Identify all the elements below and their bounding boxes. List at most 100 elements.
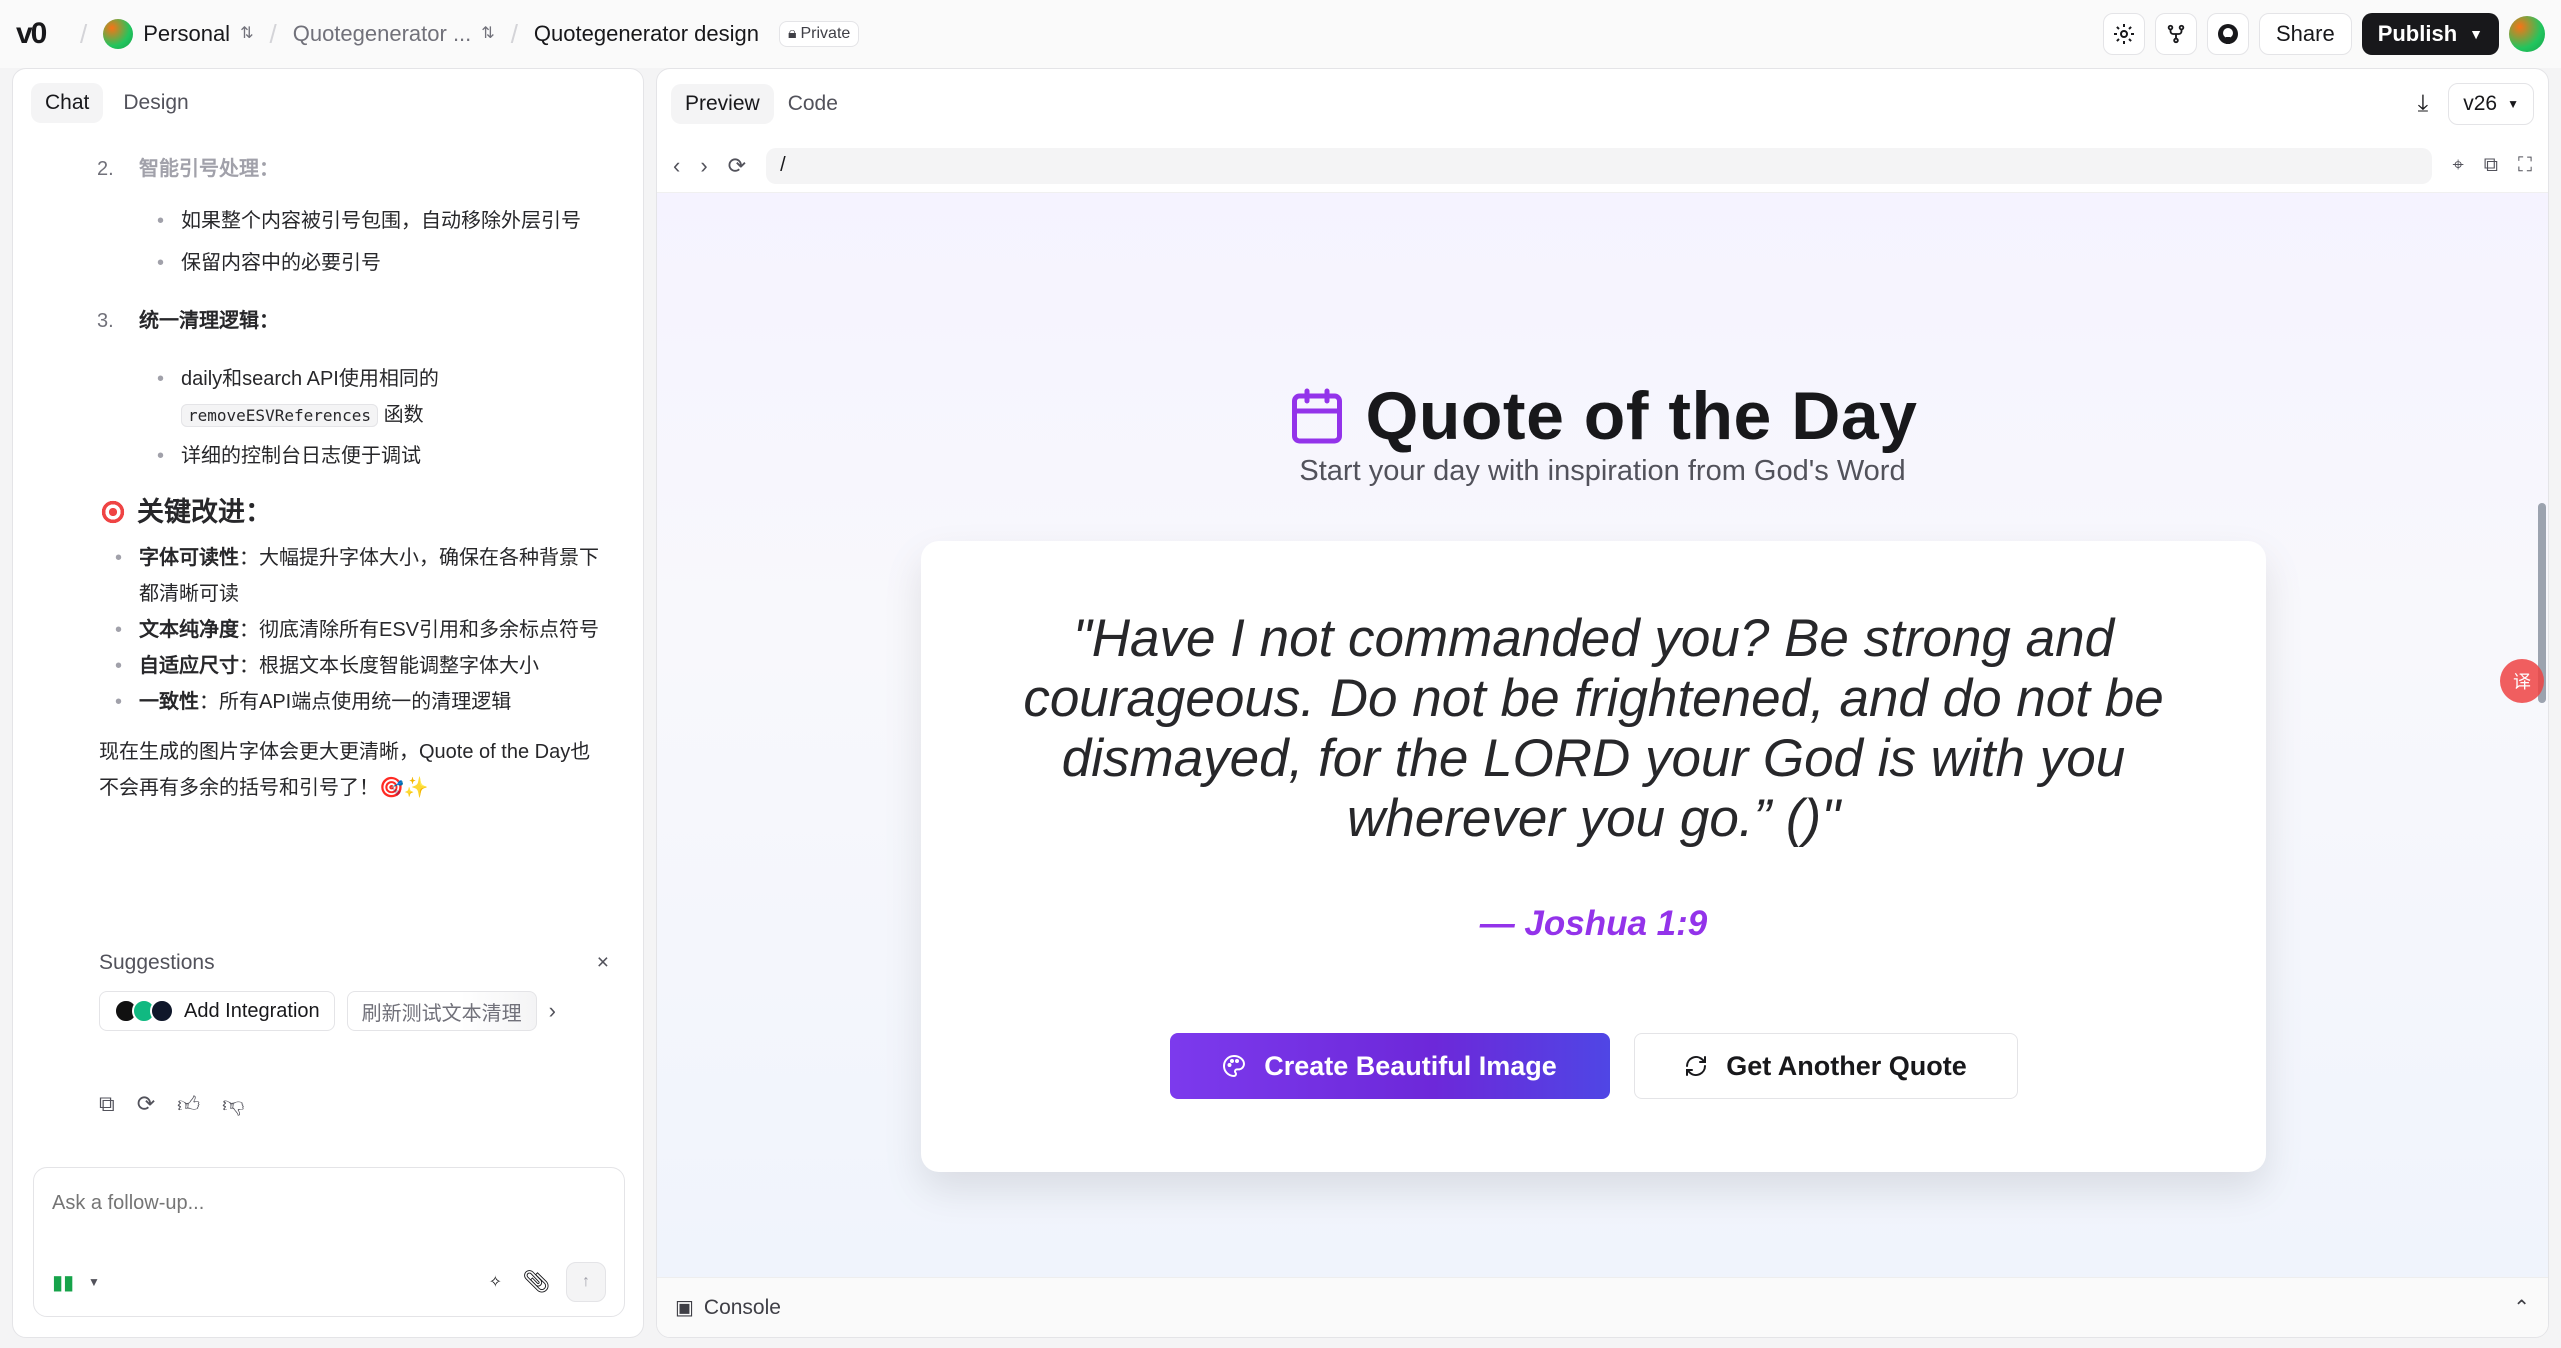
- page-title: Quote of the Day: [657, 377, 2548, 455]
- list-item: 如果整个内容被引号包围，自动移除外层引号: [157, 203, 643, 239]
- page-breadcrumb[interactable]: Quotegenerator design 🔒︎ Private: [533, 21, 860, 47]
- version-label: v26: [2463, 92, 2498, 115]
- section-heading: 关键改进：: [13, 494, 643, 530]
- list-item: 文本纯净度：彻底清除所有ESV引用和多余标点符号: [115, 612, 605, 648]
- list-item: 一致性：所有API端点使用统一的清理逻辑: [115, 684, 605, 720]
- list-number: 3.: [97, 310, 114, 332]
- chat-tabs: Chat Design: [13, 69, 643, 137]
- sparkle-icon[interactable]: ✧: [489, 1272, 502, 1292]
- github-button[interactable]: [2206, 13, 2249, 55]
- thumbs-up-icon[interactable]: 👍︎: [177, 1091, 200, 1118]
- v0-logo[interactable]: v0: [16, 17, 64, 51]
- url-text: /: [780, 154, 786, 176]
- list-item: 2. 智能引号处理：: [13, 151, 643, 187]
- list-item-text: daily和search API使用相同的: [181, 368, 439, 390]
- list-item: 自适应尺寸：根据文本长度智能调整字体大小: [115, 648, 605, 684]
- top-bar: v0 / Personal ⇅ / Quotegenerator ... ⇅ /…: [0, 0, 2561, 68]
- list-item-text: 函数: [383, 404, 424, 426]
- arrow-up-icon: ↑: [582, 1273, 590, 1290]
- chevron-up-down-icon: ⇅: [481, 25, 495, 42]
- key-improvements-list: 字体可读性：大幅提升字体大小，确保在各种背景下都清晰可读 文本纯净度：彻底清除所…: [13, 540, 643, 720]
- translate-icon[interactable]: 译: [2500, 659, 2544, 703]
- tab-design[interactable]: Design: [109, 83, 202, 123]
- list-item-text: ：彻底清除所有ESV引用和多余标点符号: [239, 619, 600, 641]
- close-icon[interactable]: ×: [597, 951, 609, 975]
- tab-code[interactable]: Code: [774, 84, 852, 124]
- list-item: 3. 统一清理逻辑：: [13, 303, 643, 339]
- forward-icon[interactable]: ›: [700, 153, 707, 179]
- section-heading-text: 关键改进：: [137, 497, 272, 527]
- list-title: 智能引号处理：: [139, 158, 279, 180]
- reload-icon[interactable]: ⟳: [728, 153, 746, 179]
- version-select[interactable]: v26 ▼: [2448, 83, 2534, 125]
- chevrons-up-icon[interactable]: ⌃: [2513, 1295, 2530, 1320]
- get-another-quote-button[interactable]: Get Another Quote: [1633, 1033, 2018, 1099]
- refresh-test-chip[interactable]: 刷新测试文本清理: [346, 991, 537, 1031]
- suggestions-title: Suggestions: [99, 951, 215, 974]
- private-label: Private: [800, 25, 851, 42]
- page-subtitle: Start your day with inspiration from God…: [1299, 455, 1906, 487]
- suggestions-header: Suggestions ×: [99, 951, 609, 975]
- list-item: daily和search API使用相同的 removeESVReference…: [157, 361, 605, 434]
- publish-button[interactable]: Publish ▼: [2361, 13, 2499, 55]
- bullet-list: 如果整个内容被引号包围，自动移除外层引号 保留内容中的必要引号: [13, 203, 643, 281]
- workspace-avatar: [103, 19, 134, 49]
- chevron-down-icon: ▼: [2469, 26, 2483, 42]
- gear-icon: [2113, 24, 2134, 44]
- summary-text: 现在生成的图片字体会更大更清晰，Quote of the Day也不会再有多余的…: [99, 741, 591, 799]
- terminal-icon: ▣: [675, 1297, 694, 1319]
- back-icon[interactable]: ‹: [673, 153, 680, 179]
- list-item-label: 一致性: [139, 691, 199, 713]
- add-integration-chip[interactable]: Add Integration: [99, 991, 335, 1031]
- page-name: Quotegenerator design: [533, 21, 759, 46]
- quote-reference: — Joshua 1:9: [1479, 904, 1708, 943]
- project-switcher[interactable]: Quotegenerator ... ⇅: [293, 21, 495, 47]
- chat-panel: Chat Design 2. 智能引号处理： 如果整个内容被引号包围，自动移除外…: [12, 68, 644, 1338]
- fullscreen-icon[interactable]: ⛶: [2518, 154, 2532, 177]
- preview-panel: Preview Code ⤓ v26 ▼ ‹ › ⟳ / ⌖ ⧉ ⛶ Quote…: [656, 68, 2549, 1338]
- paperclip-icon[interactable]: 📎︎: [522, 1269, 550, 1295]
- quote-text: "Have I not commanded you? Be strong and…: [1023, 609, 2164, 848]
- bullet-list: daily和search API使用相同的 removeESVReference…: [13, 361, 643, 474]
- tab-preview[interactable]: Preview: [671, 84, 774, 124]
- download-icon[interactable]: ⤓: [2418, 90, 2429, 118]
- follow-up-input[interactable]: [52, 1192, 592, 1215]
- new-window-icon[interactable]: ⧉: [2484, 154, 2498, 177]
- fork-button[interactable]: [2154, 13, 2197, 55]
- private-badge: 🔒︎ Private: [778, 21, 860, 47]
- composer-toolbar: ▮▮ ▼ ✧ 📎︎ ↑: [52, 1262, 606, 1302]
- select-element-icon[interactable]: ⌖: [2452, 154, 2463, 177]
- chevron-down-icon[interactable]: ▼: [88, 1275, 100, 1289]
- console-bar[interactable]: ▣ Console ⌃: [657, 1277, 2548, 1337]
- calendar-icon: [1292, 388, 1343, 444]
- chevron-up-down-icon: ⇅: [240, 25, 254, 42]
- github-icon: [2217, 24, 2238, 44]
- copy-icon[interactable]: ⧉: [99, 1091, 115, 1118]
- create-image-label: Create Beautiful Image: [1264, 1050, 1557, 1081]
- quote-actions: Create Beautiful Image Get Another Quote: [921, 1033, 2266, 1099]
- settings-button[interactable]: [2102, 13, 2145, 55]
- create-image-button[interactable]: Create Beautiful Image: [1169, 1033, 1610, 1099]
- thumbs-down-icon[interactable]: 👎︎: [222, 1091, 244, 1118]
- model-bars-icon[interactable]: ▮▮: [52, 1270, 74, 1295]
- retry-icon[interactable]: ⟳: [137, 1091, 155, 1118]
- send-button[interactable]: ↑: [566, 1262, 606, 1302]
- breadcrumb-separator: /: [510, 18, 518, 49]
- suggestion-chips: Add Integration 刷新测试文本清理 ›: [99, 991, 609, 1031]
- composer: ▮▮ ▼ ✧ 📎︎ ↑: [33, 1167, 625, 1317]
- list-item: 字体可读性：大幅提升字体大小，确保在各种背景下都清晰可读: [115, 540, 605, 612]
- suggestions-panel: Suggestions × Add Integration 刷新测试文本清理 ›: [99, 951, 609, 1031]
- list-item: 详细的控制台日志便于调试: [157, 438, 605, 474]
- chevron-right-icon[interactable]: ›: [549, 998, 556, 1024]
- user-avatar[interactable]: [2509, 16, 2545, 52]
- share-button[interactable]: Share: [2258, 13, 2352, 55]
- quote-card: "Have I not commanded you? Be strong and…: [921, 541, 2266, 1172]
- list-item-text: ：根据文本长度智能调整字体大小: [239, 655, 539, 677]
- project-name: Quotegenerator ...: [292, 21, 472, 46]
- workspace-switcher[interactable]: Personal ⇅: [103, 19, 253, 49]
- url-bar[interactable]: /: [766, 147, 2433, 184]
- list-item-label: 文本纯净度: [139, 619, 239, 641]
- integration-icons: [114, 999, 174, 1023]
- tab-chat[interactable]: Chat: [31, 83, 104, 123]
- breadcrumb-separator: /: [269, 18, 277, 49]
